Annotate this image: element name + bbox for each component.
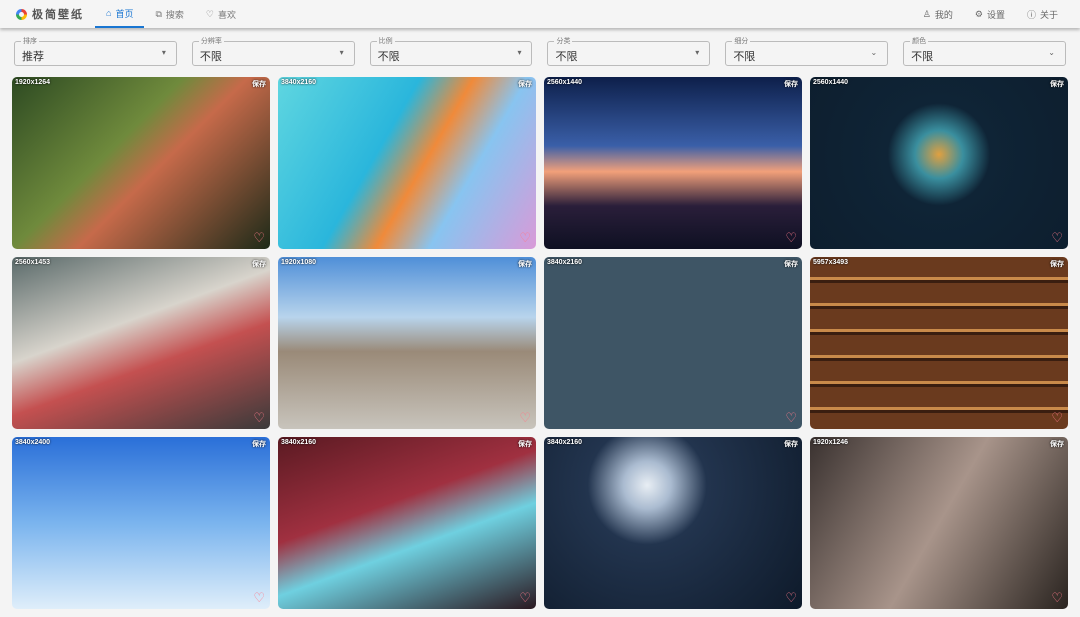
heart-icon[interactable]: ♡ [1051, 590, 1063, 606]
save-button[interactable]: 保存 [784, 259, 798, 269]
heart-icon[interactable]: ♡ [519, 230, 531, 246]
heart-icon[interactable]: ♡ [253, 410, 265, 426]
top-nav: 极简壁纸 ⌂ 首页 ⧉ 搜索 ♡ 喜欢 ♙ 我的 ⚙ 设置 ⓘ 关于 [0, 0, 1080, 28]
wallpaper-card[interactable]: 1920x1246 保存 ♡ [810, 437, 1068, 609]
filter-select[interactable]: 分辨率不限 ▾ [191, 36, 355, 66]
filter-label: 排序 [21, 36, 39, 46]
save-button[interactable]: 保存 [784, 439, 798, 449]
wallpaper-card[interactable]: 1920x1264 保存 ♡ [12, 77, 270, 249]
chevron-down-icon: ⌄ [870, 48, 878, 57]
app-title: 极简壁纸 [32, 9, 84, 21]
info-icon: ⓘ [1026, 9, 1036, 20]
logo-icon [16, 8, 27, 20]
nav-about[interactable]: ⓘ 关于 [1016, 0, 1080, 28]
resolution-label: 3840x2400 [15, 439, 51, 446]
heart-icon[interactable]: ♡ [785, 410, 797, 426]
filter-value: 不限 [555, 51, 578, 63]
wallpaper-card[interactable]: 5957x3493 保存 ♡ [810, 257, 1068, 429]
heart-icon[interactable]: ♡ [1051, 230, 1063, 246]
chevron-down-icon: ⌄ [1048, 48, 1055, 57]
wallpaper-card[interactable]: 3840x2160 保存 ♡ [544, 437, 802, 609]
app-logo[interactable]: 极简壁纸 [0, 0, 95, 28]
heart-icon[interactable]: ♡ [785, 230, 797, 246]
wallpaper-card[interactable]: 3840x2160 保存 ♡ [278, 77, 536, 249]
filter-select[interactable]: 排序推荐 ▾ [14, 36, 177, 66]
resolution-label: 3840x2160 [547, 259, 583, 266]
filter-value: 不限 [733, 51, 756, 63]
filter-value: 推荐 [22, 51, 44, 63]
resolution-label: 5957x3493 [813, 259, 849, 266]
filter-label: 分辨率 [198, 36, 224, 46]
heart-icon[interactable]: ♡ [1051, 410, 1063, 426]
resolution-label: 1920x1264 [15, 79, 51, 86]
nav-label: 设置 [986, 9, 1005, 20]
home-icon: ⌂ [106, 8, 112, 18]
caret-down-icon: ▾ [161, 48, 166, 57]
search-icon: ⧉ [155, 8, 162, 19]
caret-down-icon: ▾ [339, 48, 344, 57]
user-icon: ♙ [922, 8, 931, 19]
save-button[interactable]: 保存 [518, 439, 532, 449]
tab-label: 喜欢 [217, 9, 236, 20]
nav-label: 关于 [1039, 9, 1058, 20]
save-button[interactable]: 保存 [252, 259, 266, 269]
gear-icon: ⚙ [974, 8, 983, 19]
save-button[interactable]: 保存 [784, 79, 798, 89]
caret-down-icon: ▾ [517, 48, 522, 57]
save-button[interactable]: 保存 [252, 79, 266, 89]
wallpaper-card[interactable]: 3840x2160 保存 ♡ [278, 437, 536, 609]
filter-label: 颜色 [910, 36, 929, 46]
resolution-label: 2560x1440 [547, 79, 583, 86]
tab-label: 搜索 [165, 9, 184, 20]
resolution-label: 1920x1246 [813, 439, 849, 446]
filter-label: 细分 [732, 36, 751, 46]
filter-value: 不限 [199, 51, 222, 63]
filter-select[interactable]: 细分不限 ⌄ [725, 36, 889, 66]
nav-label: 我的 [934, 9, 953, 20]
filter-select[interactable]: 比例不限 ▾ [369, 36, 533, 66]
save-button[interactable]: 保存 [252, 439, 266, 449]
heart-icon[interactable]: ♡ [785, 590, 797, 606]
tab-search[interactable]: ⧉ 搜索 [144, 0, 194, 28]
resolution-label: 3840x2160 [547, 439, 583, 446]
filter-value: 不限 [377, 51, 400, 63]
heart-icon[interactable]: ♡ [253, 590, 265, 606]
filter-select[interactable]: 分类不限 ▾ [547, 36, 711, 66]
resolution-label: 3840x2160 [281, 79, 317, 86]
wallpaper-card[interactable]: 2560x1440 保存 ♡ [810, 77, 1068, 249]
filter-label: 比例 [376, 36, 395, 46]
resolution-label: 1920x1080 [281, 259, 317, 266]
heart-icon[interactable]: ♡ [519, 410, 531, 426]
filter-value: 不限 [911, 51, 934, 63]
save-button[interactable]: 保存 [518, 259, 532, 269]
resolution-label: 3840x2160 [281, 439, 317, 446]
wallpaper-card[interactable]: 3840x2160 保存 ♡ [544, 257, 802, 429]
heart-icon: ♡ [205, 8, 214, 19]
save-button[interactable]: 保存 [518, 79, 532, 89]
save-button[interactable]: 保存 [1050, 79, 1064, 89]
nav-settings[interactable]: ⚙ 设置 [964, 0, 1016, 28]
wallpaper-grid: 1920x1264 保存 ♡ 3840x2160 保存 ♡ 2560x1440 保存 ♡ 2560… [12, 77, 1068, 609]
resolution-label: 2560x1440 [813, 79, 849, 86]
save-button[interactable]: 保存 [1050, 259, 1064, 269]
tab-favorites[interactable]: ♡ 喜欢 [195, 0, 247, 28]
heart-icon[interactable]: ♡ [519, 590, 531, 606]
resolution-label: 2560x1453 [15, 259, 51, 266]
wallpaper-card[interactable]: 3840x2400 保存 ♡ [12, 437, 270, 609]
filter-label: 分类 [554, 36, 573, 46]
wallpaper-card[interactable]: 1920x1080 保存 ♡ [278, 257, 536, 429]
nav-mine[interactable]: ♙ 我的 [912, 0, 964, 28]
wallpaper-card[interactable]: 2560x1440 保存 ♡ [544, 77, 802, 249]
tab-label: 首页 [115, 8, 134, 19]
heart-icon[interactable]: ♡ [253, 230, 265, 246]
tab-home[interactable]: ⌂ 首页 [95, 0, 145, 28]
wallpaper-card[interactable]: 2560x1453 保存 ♡ [12, 257, 270, 429]
filter-select[interactable]: 颜色不限 ⌄ [903, 36, 1066, 66]
caret-down-icon: ▾ [695, 48, 700, 57]
save-button[interactable]: 保存 [1050, 439, 1064, 449]
